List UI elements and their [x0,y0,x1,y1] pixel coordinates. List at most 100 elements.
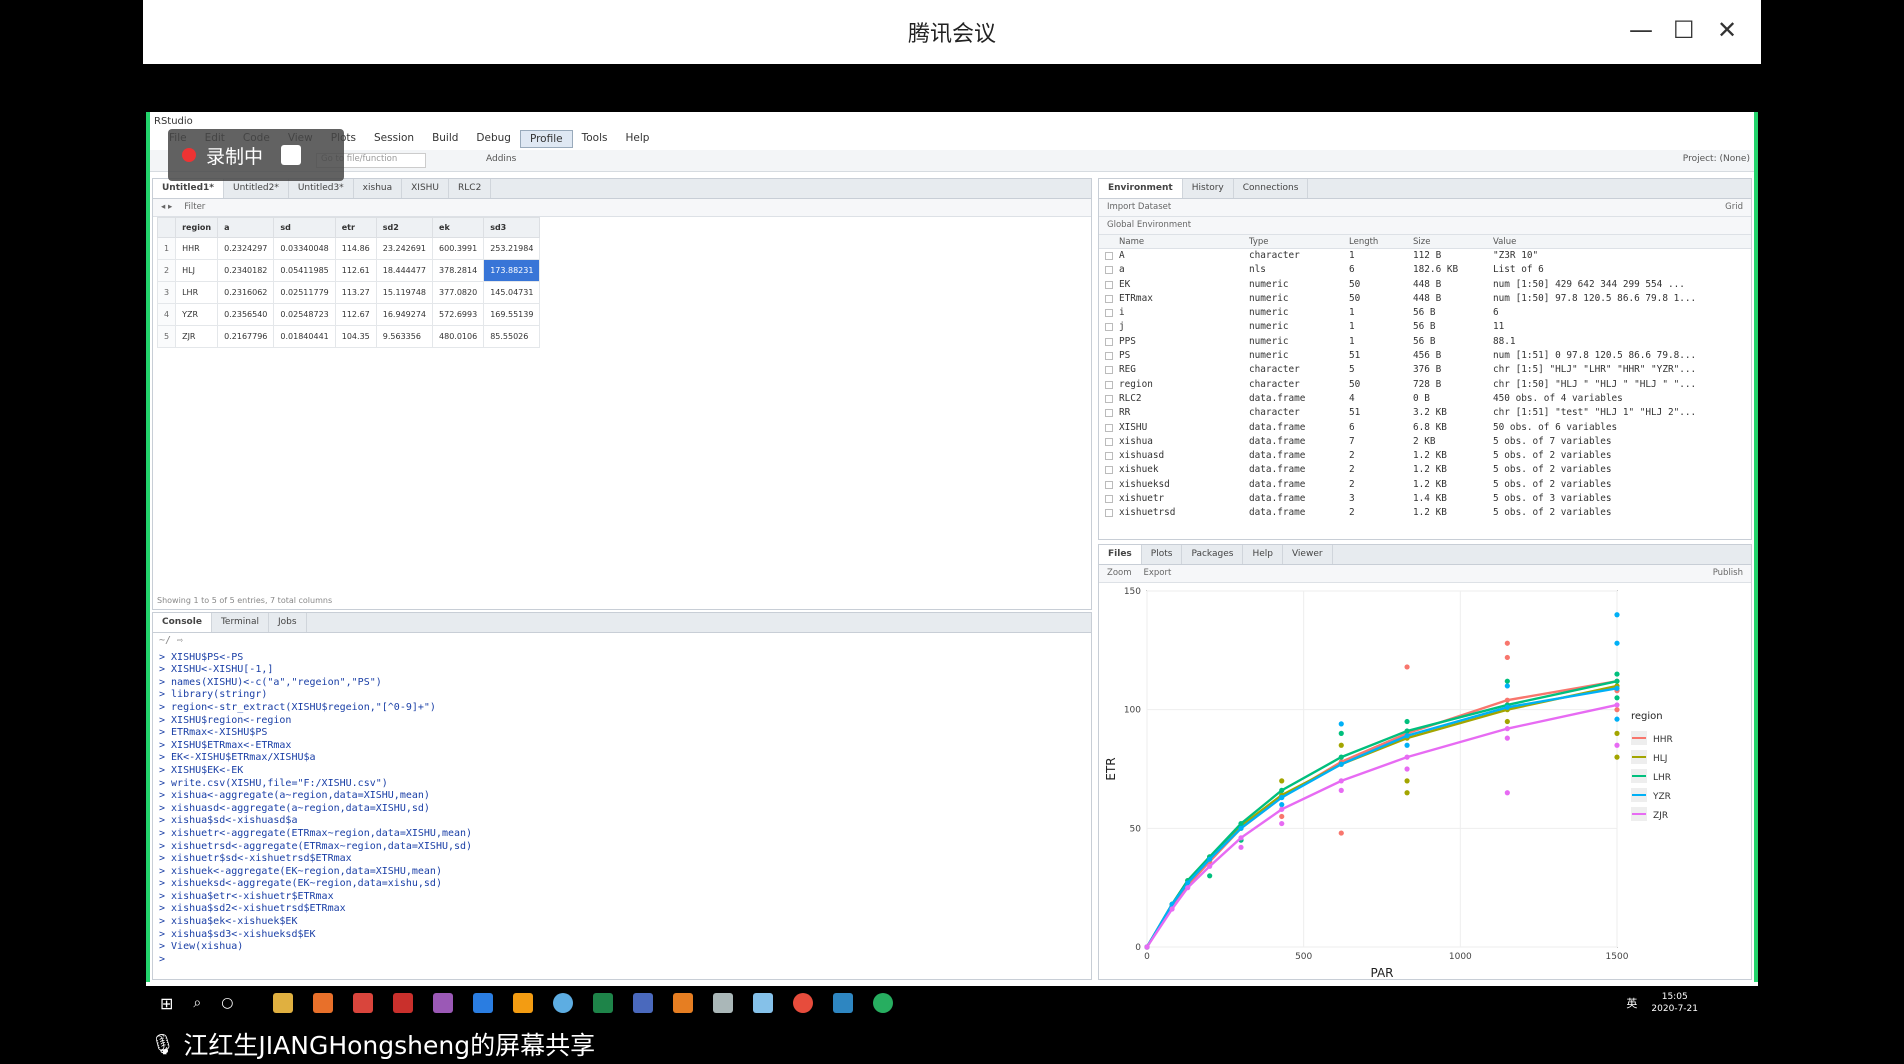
env-row[interactable]: xishueksd data.frame 2 1.2 KB 5 obs. of 2 va… [1099,478,1751,492]
table-cell[interactable]: 0.2340182 [217,259,275,282]
table-cell[interactable]: 15.119748 [375,281,434,304]
table-cell[interactable]: 5 [156,325,177,348]
table-cell[interactable]: 0.2167796 [217,325,275,348]
stop-recording-icon[interactable] [281,145,302,165]
table-cell[interactable]: 112.67 [334,303,377,326]
console-tab-0[interactable]: Console [153,613,212,632]
env-row-checkbox[interactable] [1105,480,1113,489]
env-row-checkbox[interactable] [1105,394,1113,403]
column-header[interactable]: a [217,217,275,238]
table-cell[interactable]: 85.55026 [483,325,541,348]
env-column-header[interactable]: Value [1493,235,1733,249]
chrome-icon[interactable] [353,993,374,1013]
table-cell[interactable]: HLJ [175,259,219,282]
env-row-checkbox[interactable] [1105,252,1113,260]
column-header[interactable]: sd [273,217,336,238]
close-icon[interactable]: ✕ [1717,16,1737,44]
firefox-icon[interactable] [313,993,334,1013]
app-icon-16[interactable] [873,993,894,1013]
table-cell[interactable]: HHR [175,237,219,260]
table-cell[interactable]: 0.2324297 [217,237,275,260]
env-column-header[interactable]: Length [1349,235,1413,249]
table-cell[interactable]: 4 [156,303,177,326]
menu-tools[interactable]: Tools [573,130,617,148]
menu-session[interactable]: Session [365,130,423,148]
env-row[interactable]: RLC2 data.frame 4 0 B 450 obs. of 4 variable… [1099,392,1751,406]
table-cell[interactable]: 3 [156,281,177,304]
table-cell[interactable]: 0.02511779 [273,281,336,304]
source-tab-2[interactable]: Untitled3* [289,179,354,198]
env-row-checkbox[interactable] [1105,452,1113,461]
maximize-icon[interactable]: ☐ [1673,16,1695,44]
table-cell[interactable]: 600.3991 [432,237,485,260]
table-cell[interactable]: YZR [175,303,219,326]
table-cell[interactable]: 0.01840441 [273,325,336,348]
env-row-checkbox[interactable] [1105,509,1113,518]
env-column-header[interactable]: Name [1119,235,1249,249]
menu-profile[interactable]: Profile [519,130,573,148]
table-cell[interactable]: 0.2356540 [217,303,275,326]
menu-debug[interactable]: Debug [467,130,520,148]
env-row[interactable]: a nls 6 182.6 KB List of 6 [1099,263,1751,277]
clock[interactable]: 15:05 2020-7-21 [1651,991,1698,1015]
env-column-header[interactable]: Size [1413,235,1493,249]
import-dataset-button[interactable]: Import Dataset [1107,202,1171,213]
menu-help[interactable]: Help [616,130,658,148]
source-tab-1[interactable]: Untitled2* [224,179,289,198]
plot-tab-0[interactable]: Files [1099,545,1142,564]
app-icon-15[interactable] [833,993,854,1013]
table-cell[interactable]: 112.61 [334,259,377,282]
env-row[interactable]: region character 50 728 B chr [1:50] "HLJ " … [1099,378,1751,392]
table-cell[interactable]: 23.242691 [375,237,434,260]
grid-view-button[interactable]: Grid [1725,202,1743,213]
table-cell[interactable]: ZJR [175,325,219,348]
plot-tab-3[interactable]: Help [1243,545,1283,564]
global-env-selector[interactable]: Global Environment [1099,217,1751,235]
publish-button[interactable]: Publish [1713,568,1743,579]
ime-indicator[interactable]: 英 [1626,995,1637,1011]
env-row-checkbox[interactable] [1105,366,1113,375]
table-cell[interactable]: 169.55139 [483,303,541,326]
env-row[interactable]: xishuek data.frame 2 1.2 KB 5 obs. of 2 vari… [1099,463,1751,477]
env-row-checkbox[interactable] [1105,280,1113,289]
env-row-checkbox[interactable] [1105,323,1113,332]
env-row[interactable]: PPS numeric 1 56 B 88.1 [1099,335,1751,349]
env-row[interactable]: EK numeric 50 448 B num [1:50] 429 642 344 2… [1099,278,1751,292]
app-icon-14[interactable] [793,993,814,1013]
column-header[interactable]: ek [432,217,485,238]
table-cell[interactable]: 145.04731 [483,281,541,304]
env-column-header[interactable]: Type [1249,235,1349,249]
env-row[interactable]: REG character 5 376 B chr [1:5] "HLJ" "LHR" … [1099,363,1751,377]
env-row[interactable]: XISHU data.frame 6 6.8 KB 50 obs. of 6 varia… [1099,421,1751,435]
export-button[interactable]: Export [1144,568,1172,579]
app-icon-11[interactable] [673,993,694,1013]
table-cell[interactable]: 480.0106 [432,325,485,348]
env-row[interactable]: xishua data.frame 7 2 KB 5 obs. of 7 variabl… [1099,435,1751,449]
plot-tab-1[interactable]: Plots [1142,545,1183,564]
env-row-checkbox[interactable] [1105,294,1113,303]
recording-indicator[interactable]: 录制中 [168,129,344,181]
env-row[interactable]: xishuetrsd data.frame 2 1.2 KB 5 obs. of 2 v… [1099,506,1751,520]
env-row-checkbox[interactable] [1105,466,1113,475]
table-cell[interactable]: LHR [175,281,219,304]
env-tab-1[interactable]: History [1183,179,1234,198]
env-row[interactable]: ETRmax numeric 50 448 B num [1:50] 97.8 120.… [1099,292,1751,306]
env-row-checkbox[interactable] [1105,409,1113,418]
app-icon-12[interactable] [713,993,734,1013]
table-cell[interactable]: 572.6993 [432,303,485,326]
table-cell[interactable]: 173.88231 [483,259,541,282]
env-row-checkbox[interactable] [1105,266,1113,275]
app-icon-6[interactable] [473,993,494,1013]
table-cell[interactable]: 378.2814 [432,259,485,282]
env-row-checkbox[interactable] [1105,380,1113,389]
excel-icon[interactable] [593,993,614,1013]
env-row[interactable]: xishuasd data.frame 2 1.2 KB 5 obs. of 2 var… [1099,449,1751,463]
env-row[interactable]: RR character 51 3.2 KB chr [1:51] "test" "HL… [1099,406,1751,420]
env-tab-2[interactable]: Connections [1234,179,1309,198]
env-row-checkbox[interactable] [1105,495,1113,504]
env-row-checkbox[interactable] [1105,423,1113,432]
table-cell[interactable]: 377.0820 [432,281,485,304]
project-menu[interactable]: Project: (None) [1683,154,1750,164]
env-row-checkbox[interactable] [1105,337,1113,346]
back-icon[interactable]: ◂ ▸ [161,202,172,213]
